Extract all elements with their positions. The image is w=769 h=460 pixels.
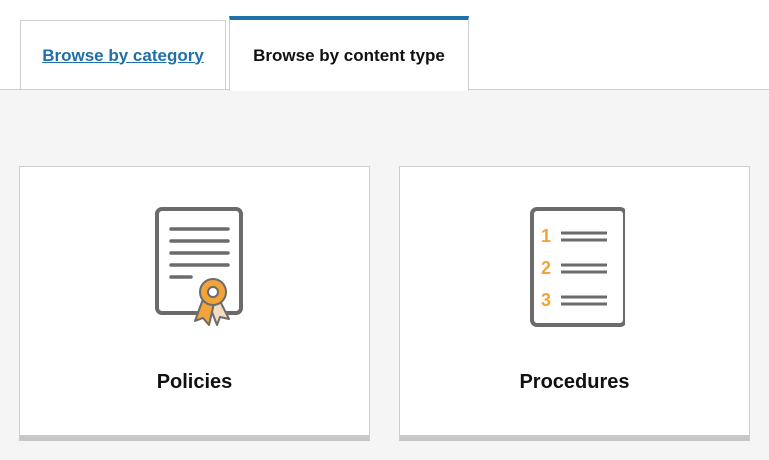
content-type-panel: Policies 1 2 3 Procedures <box>0 90 769 460</box>
list-number-3: 3 <box>541 290 551 310</box>
list-number-2: 2 <box>541 258 551 278</box>
tab-browse-by-content-type-label: Browse by content type <box>253 45 445 65</box>
tab-browse-by-category-label[interactable]: Browse by category <box>42 46 204 66</box>
tab-bar: Browse by category Browse by content typ… <box>0 0 769 91</box>
tab-browse-by-category[interactable]: Browse by category <box>20 20 226 90</box>
tab-browse-by-content-type[interactable]: Browse by content type <box>229 16 469 91</box>
policies-card-title: Policies <box>156 371 233 393</box>
numbered-list-document-icon: 1 2 3 <box>529 207 625 327</box>
policies-card[interactable]: Policies <box>19 166 370 441</box>
list-number-1: 1 <box>541 226 551 246</box>
procedures-card-title: Procedures <box>519 371 630 393</box>
certificate-document-icon <box>154 207 243 326</box>
procedures-card[interactable]: 1 2 3 Procedures <box>399 166 750 441</box>
